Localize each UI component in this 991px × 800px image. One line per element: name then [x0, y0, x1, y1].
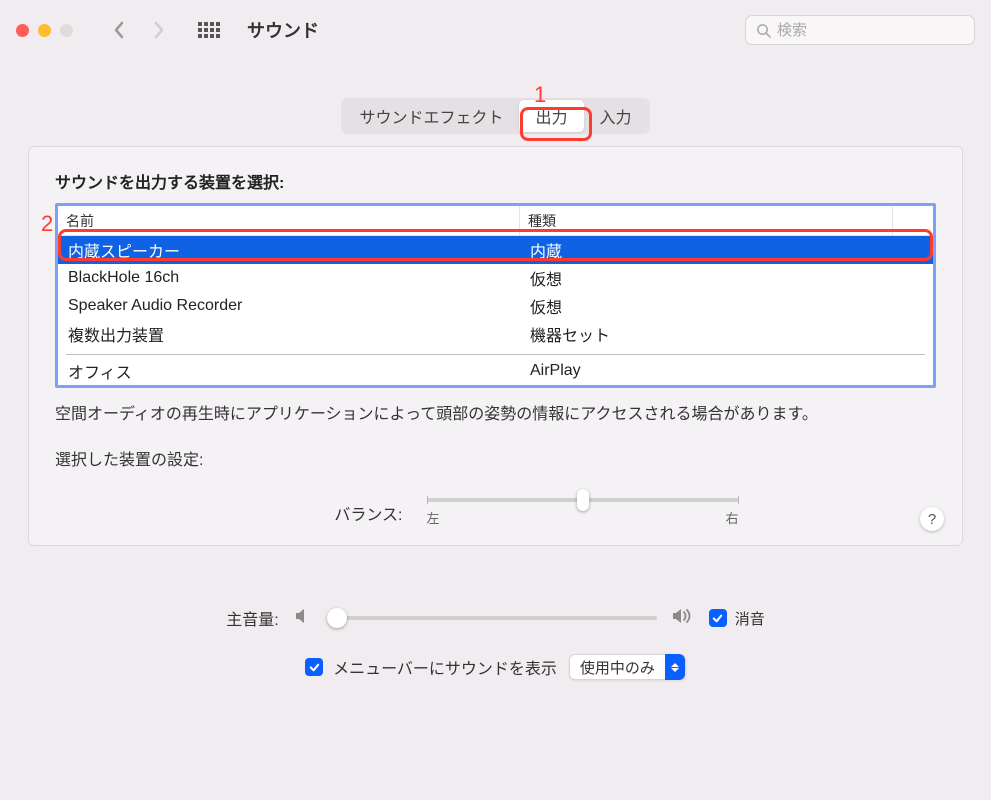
- speaker-low-icon: [293, 606, 313, 630]
- device-name: 内蔵スピーカー: [58, 238, 520, 262]
- page-title: サウンド: [247, 17, 319, 43]
- balance-slider-thumb[interactable]: [577, 489, 589, 511]
- minimize-window-button[interactable]: [38, 24, 51, 37]
- volume-label: 主音量:: [226, 606, 278, 630]
- device-list-header: 名前 種類: [58, 206, 933, 236]
- tab-input[interactable]: 入力: [584, 100, 648, 132]
- balance-right-label: 右: [725, 508, 738, 527]
- chevron-left-icon: [113, 21, 125, 39]
- back-button[interactable]: [105, 16, 133, 44]
- close-window-button[interactable]: [16, 24, 29, 37]
- search-input[interactable]: [777, 22, 964, 39]
- device-row-airplay-office[interactable]: オフィス AirPlay: [58, 357, 933, 385]
- device-type: 機器セット: [520, 322, 933, 346]
- device-name: BlackHole 16ch: [58, 269, 520, 287]
- window-controls: [16, 24, 73, 37]
- forward-button: [145, 16, 173, 44]
- balance-label: バランス:: [313, 501, 403, 525]
- device-name: Speaker Audio Recorder: [58, 297, 520, 315]
- device-row-builtin-speaker[interactable]: 内蔵スピーカー 内蔵: [58, 236, 933, 264]
- show-in-menubar-checkbox[interactable]: [305, 658, 323, 676]
- column-type-header[interactable]: 種類: [520, 206, 893, 235]
- mute-checkbox-wrap[interactable]: 消音: [709, 608, 765, 629]
- device-list: 名前 種類 内蔵スピーカー 内蔵 BlackHole 16ch 仮想 Speak…: [55, 203, 936, 388]
- chevron-up-down-icon: [665, 654, 685, 680]
- check-icon: [308, 661, 321, 674]
- device-row-blackhole[interactable]: BlackHole 16ch 仮想: [58, 264, 933, 292]
- volume-slider[interactable]: [327, 616, 657, 620]
- volume-row: 主音量: 消音: [28, 606, 963, 630]
- device-row-aggregate[interactable]: 複数出力装置 機器セット: [58, 320, 933, 348]
- mute-label: 消音: [735, 608, 765, 629]
- device-type: 内蔵: [520, 238, 933, 262]
- check-icon: [711, 612, 724, 625]
- search-field[interactable]: [745, 15, 975, 45]
- device-type: AirPlay: [520, 362, 933, 380]
- select-device-label: サウンドを出力する装置を選択:: [55, 169, 936, 193]
- balance-row: バランス: 左 右: [55, 498, 936, 527]
- tab-sound-effects[interactable]: サウンドエフェクト: [343, 100, 519, 132]
- tabs: サウンドエフェクト 出力 入力: [0, 98, 991, 134]
- balance-slider[interactable]: 左 右: [427, 498, 739, 527]
- mute-checkbox[interactable]: [709, 609, 727, 627]
- output-pane: サウンドを出力する装置を選択: 名前 種類 内蔵スピーカー 内蔵 BlackHo…: [28, 146, 963, 546]
- device-type: 仮想: [520, 294, 933, 318]
- help-button[interactable]: ?: [920, 507, 944, 531]
- grid-icon: [198, 22, 220, 38]
- volume-slider-thumb[interactable]: [327, 608, 347, 628]
- device-name: オフィス: [58, 359, 520, 383]
- show-in-menubar-checkbox-wrap[interactable]: メニューバーにサウンドを表示: [305, 655, 557, 679]
- column-name-header[interactable]: 名前: [58, 206, 520, 235]
- titlebar: サウンド: [0, 0, 991, 60]
- list-divider: [66, 354, 925, 355]
- show-all-prefs-button[interactable]: [195, 16, 223, 44]
- device-name: 複数出力装置: [58, 322, 520, 346]
- spatial-audio-note: 空間オーディオの再生時にアプリケーションによって頭部の姿勢の情報にアクセスされる…: [55, 400, 936, 424]
- device-type: 仮想: [520, 266, 933, 290]
- chevron-right-icon: [153, 21, 165, 39]
- selected-device-settings-label: 選択した装置の設定:: [55, 446, 936, 470]
- menubar-mode-dropdown[interactable]: 使用中のみ: [569, 654, 686, 680]
- dropdown-value: 使用中のみ: [580, 657, 655, 678]
- tab-output[interactable]: 出力: [519, 100, 583, 132]
- device-row-speaker-recorder[interactable]: Speaker Audio Recorder 仮想: [58, 292, 933, 320]
- bottom-controls: 主音量: 消音 メニューバーにサウンドを表示 使用中のみ: [0, 606, 991, 680]
- menubar-row: メニューバーにサウンドを表示 使用中のみ: [28, 654, 963, 680]
- balance-left-label: 左: [427, 508, 440, 527]
- show-in-menubar-label: メニューバーにサウンドを表示: [333, 655, 557, 679]
- zoom-window-button: [60, 24, 73, 37]
- speaker-high-icon: [671, 606, 695, 630]
- search-icon: [756, 23, 771, 38]
